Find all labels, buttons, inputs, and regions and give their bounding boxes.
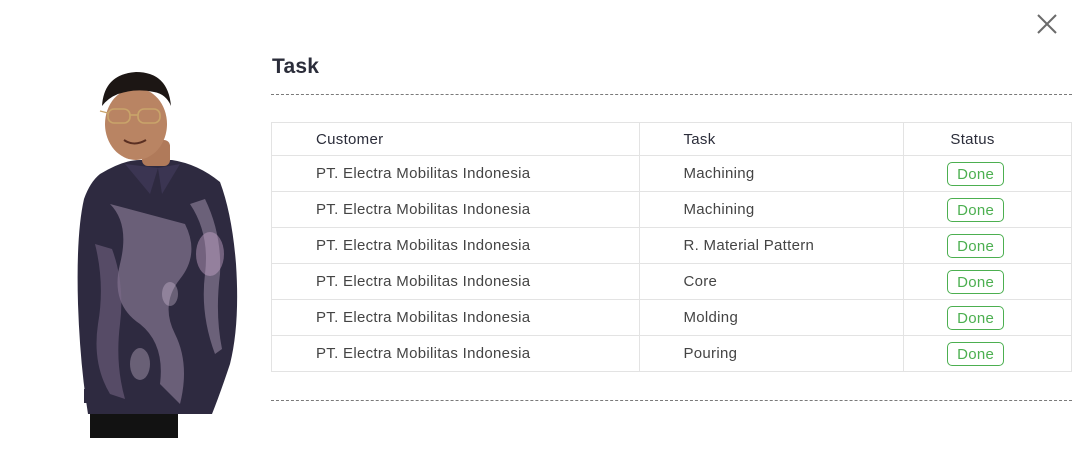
status-badge: Done: [947, 161, 1005, 186]
task-table: Customer Task Status PT. Electra Mobilit…: [270, 122, 1072, 372]
close-button[interactable]: [1033, 10, 1061, 38]
task-cell: R. Material Pattern: [639, 227, 905, 264]
status-cell: Done: [903, 227, 1072, 264]
customer-cell: PT. Electra Mobilitas Indonesia: [270, 299, 641, 336]
status-badge: Done: [947, 197, 1005, 222]
status-cell: Done: [903, 263, 1072, 300]
status-cell: Done: [903, 155, 1072, 192]
table-row: PT. Electra Mobilitas Indonesia Molding …: [270, 299, 1072, 336]
customer-cell: PT. Electra Mobilitas Indonesia: [270, 263, 641, 300]
table-row: PT. Electra Mobilitas Indonesia Core Don…: [270, 263, 1072, 300]
table-row: PT. Electra Mobilitas Indonesia Machinin…: [270, 155, 1072, 192]
table-row: PT. Electra Mobilitas Indonesia R. Mater…: [270, 227, 1072, 264]
status-cell: Done: [903, 191, 1072, 228]
customer-cell: PT. Electra Mobilitas Indonesia: [270, 335, 641, 372]
task-cell: Molding: [639, 299, 905, 336]
status-badge: Done: [947, 341, 1005, 366]
table-header-row: Customer Task Status: [270, 122, 1072, 156]
status-cell: Done: [903, 299, 1072, 336]
task-cell: Machining: [639, 155, 905, 192]
column-header-task: Task: [639, 122, 905, 156]
task-cell: Core: [639, 263, 905, 300]
close-icon: [1037, 14, 1057, 34]
status-badge: Done: [947, 305, 1005, 330]
status-badge: Done: [947, 269, 1005, 294]
table-row: PT. Electra Mobilitas Indonesia Pouring …: [270, 335, 1072, 372]
status-badge: Done: [947, 233, 1005, 258]
table-row: PT. Electra Mobilitas Indonesia Machinin…: [270, 191, 1072, 228]
page-title: Task: [272, 55, 320, 78]
column-header-status: Status: [903, 122, 1072, 156]
title-divider: [271, 94, 1072, 95]
task-cell: Pouring: [639, 335, 905, 372]
task-cell: Machining: [639, 191, 905, 228]
customer-cell: PT. Electra Mobilitas Indonesia: [270, 155, 641, 192]
status-cell: Done: [903, 335, 1072, 372]
column-header-customer: Customer: [270, 122, 641, 156]
customer-cell: PT. Electra Mobilitas Indonesia: [270, 227, 641, 264]
customer-cell: PT. Electra Mobilitas Indonesia: [270, 191, 641, 228]
person-photo: [70, 64, 245, 438]
bottom-divider: [271, 400, 1072, 401]
